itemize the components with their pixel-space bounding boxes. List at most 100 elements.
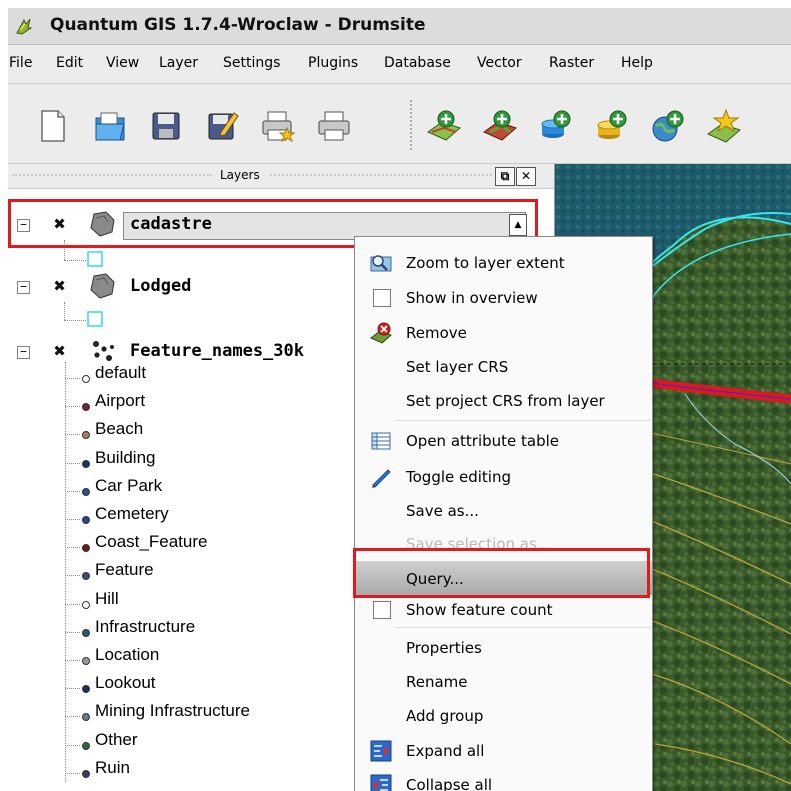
category-symbol-icon	[82, 628, 90, 637]
menu-item-label: Set project CRS from layer	[406, 392, 605, 410]
tree-line	[65, 490, 80, 492]
float-panel-icon[interactable]: ⧉	[495, 167, 515, 186]
remove-layer-icon	[370, 322, 392, 344]
menu-item-toggle-editing[interactable]: Toggle editing	[355, 459, 652, 493]
category-label[interactable]: Feature	[95, 560, 154, 580]
menu-file[interactable]: File	[9, 55, 32, 71]
menu-item-expand-all[interactable]: Expand all	[355, 733, 652, 767]
menu-item-label: Toggle editing	[406, 468, 511, 486]
menu-edit[interactable]: Edit	[56, 55, 83, 71]
collapse-icon[interactable]: −	[17, 346, 30, 359]
checkbox-icon[interactable]	[373, 601, 391, 619]
menu-item-label: Zoom to layer extent	[406, 254, 565, 272]
close-panel-icon[interactable]: ✕	[516, 167, 536, 186]
collapse-all-icon	[370, 774, 392, 791]
category-symbol-icon	[82, 572, 90, 581]
toolbar-separator	[410, 100, 418, 150]
new-project-icon[interactable]	[34, 108, 70, 144]
category-label[interactable]: Car Park	[95, 476, 162, 496]
new-print-composer-icon[interactable]	[260, 108, 296, 144]
category-label[interactable]: Beach	[95, 419, 143, 439]
add-raster-layer-icon[interactable]	[482, 108, 518, 144]
tree-line	[65, 378, 80, 379]
category-label[interactable]: Hill	[95, 589, 119, 609]
category-symbol-icon	[82, 544, 90, 553]
category-symbol-icon	[82, 375, 90, 383]
category-label[interactable]: Building	[95, 448, 156, 468]
menu-item-collapse-all[interactable]: Collapse all	[355, 767, 652, 791]
tree-line	[65, 660, 80, 661]
category-label[interactable]: Location	[95, 645, 159, 665]
menu-item-zoom-to-layer-extent[interactable]: Zoom to layer extent	[355, 245, 652, 279]
category-label[interactable]: Cemetery	[95, 504, 169, 524]
category-symbol-icon	[82, 685, 90, 694]
add-postgis-layer-icon[interactable]	[538, 108, 574, 144]
polygon-symbol-icon	[87, 251, 103, 267]
collapse-icon[interactable]: −	[17, 281, 30, 294]
menu-item-add-group[interactable]: Add group	[355, 698, 652, 732]
category-symbol-icon	[82, 487, 90, 496]
menu-item-save-as[interactable]: Save as...	[355, 493, 652, 527]
save-project-icon[interactable]	[148, 108, 184, 144]
category-symbol-icon	[82, 713, 90, 722]
open-project-icon[interactable]	[92, 108, 128, 144]
menu-help[interactable]: Help	[621, 55, 653, 71]
menu-raster[interactable]: Raster	[549, 55, 594, 71]
qgis-window: Quantum GIS 1.7.4-Wroclaw - Drumsite Fil…	[8, 8, 791, 791]
category-label[interactable]: Other	[95, 730, 138, 750]
qgis-logo-icon	[16, 18, 33, 35]
menu-item-label: Show feature count	[406, 601, 553, 619]
menu-item-properties[interactable]: Properties	[355, 630, 652, 664]
layer-visible-checkbox[interactable]: ✖	[52, 279, 67, 294]
print-composer-manager-icon[interactable]	[316, 108, 352, 144]
window-title: Quantum GIS 1.7.4-Wroclaw - Drumsite	[50, 15, 426, 35]
category-label[interactable]: Ruin	[95, 758, 130, 778]
category-symbol-icon	[82, 741, 90, 750]
menu-item-label: Expand all	[406, 742, 485, 760]
menu-item-label: Add group	[406, 707, 484, 725]
menu-item-show-in-overview[interactable]: Show in overview	[355, 280, 652, 314]
category-symbol-icon	[82, 600, 90, 609]
save-as-icon[interactable]	[204, 108, 240, 144]
menu-item-set-layer-crs[interactable]: Set layer CRS	[355, 349, 652, 383]
category-label[interactable]: default	[95, 363, 146, 383]
checkbox-icon[interactable]	[373, 289, 391, 307]
add-wms-layer-icon[interactable]	[650, 108, 686, 144]
menu-item-label: Show in overview	[406, 289, 538, 307]
category-label[interactable]: Airport	[95, 391, 145, 411]
toolbar	[8, 84, 791, 164]
point-layer-icon	[93, 341, 114, 361]
zoom-to-layer-icon	[370, 255, 392, 272]
menu-item-label: Save as...	[406, 502, 479, 520]
menu-item-remove[interactable]: Remove	[355, 315, 652, 349]
tree-line	[65, 575, 80, 577]
tree-line	[65, 547, 80, 549]
add-vector-layer-icon[interactable]	[426, 108, 462, 144]
category-label[interactable]: Lookout	[95, 673, 156, 693]
menu-item-show-feature-count[interactable]: Show feature count	[355, 594, 652, 628]
menu-plugins[interactable]: Plugins	[308, 55, 358, 71]
menu-database[interactable]: Database	[384, 55, 451, 71]
menu-item-set-project-crs[interactable]: Set project CRS from layer	[355, 383, 652, 417]
category-symbol-icon	[82, 459, 90, 468]
menu-item-open-attribute-table[interactable]: Open attribute table	[355, 423, 652, 457]
category-symbol-icon	[82, 431, 90, 440]
layer-visible-checkbox[interactable]: ✖	[52, 344, 67, 359]
menu-item-rename[interactable]: Rename	[355, 664, 652, 698]
expand-all-icon	[370, 740, 392, 762]
category-label[interactable]: Mining Infrastructure	[95, 701, 250, 721]
add-wfs-layer-icon[interactable]	[706, 108, 742, 144]
menu-view[interactable]: View	[106, 55, 139, 71]
menu-layer[interactable]: Layer	[159, 55, 198, 71]
add-spatialite-layer-icon[interactable]	[594, 108, 630, 144]
menu-vector[interactable]: Vector	[477, 55, 522, 71]
tree-line	[65, 631, 80, 633]
layer-name-feature-names[interactable]: Feature_names_30k	[130, 341, 304, 361]
category-label[interactable]: Coast_Feature	[95, 532, 207, 552]
tree-line	[65, 772, 80, 774]
layers-panel-header: Layers ⧉ ✕	[8, 164, 554, 189]
menu-separator	[395, 627, 651, 628]
category-label[interactable]: Infrastructure	[95, 617, 195, 637]
menu-settings[interactable]: Settings	[223, 55, 280, 71]
layer-name-lodged[interactable]: Lodged	[130, 276, 191, 296]
